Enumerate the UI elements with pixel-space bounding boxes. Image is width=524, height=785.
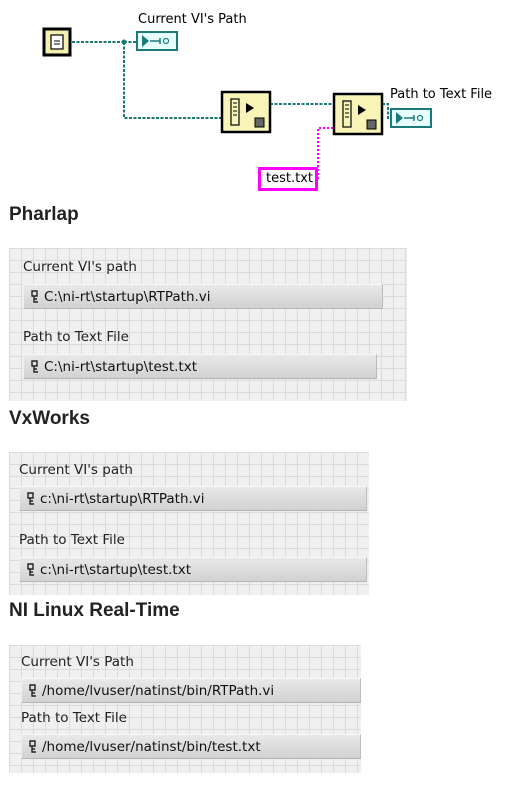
section-title-pharlap: Pharlap bbox=[9, 204, 79, 225]
path-icon bbox=[29, 739, 36, 753]
path-icon bbox=[31, 289, 38, 303]
current-vi-path-label: Current VI's path bbox=[19, 462, 133, 478]
build-path-node-1[interactable] bbox=[220, 90, 272, 134]
path-to-text-file-indicator[interactable] bbox=[390, 108, 432, 128]
path-to-text-file-field[interactable]: /home/lvuser/natinst/bin/test.txt bbox=[21, 734, 361, 759]
section-title-vxworks: VxWorks bbox=[9, 408, 90, 429]
path-icon bbox=[31, 359, 38, 373]
path-icon bbox=[27, 562, 34, 576]
path-to-text-file-label: Path to Text File bbox=[21, 710, 127, 726]
string-constant-test-txt[interactable]: test.txt bbox=[258, 167, 318, 191]
path-to-text-file-value: C:\ni-rt\startup\test.txt bbox=[44, 358, 198, 375]
current-vi-path-value: /home/lvuser/natinst/bin/RTPath.vi bbox=[42, 682, 275, 699]
path-to-text-file-label: Path to Text File bbox=[19, 532, 125, 548]
indicator-path-to-text-file-label: Path to Text File bbox=[390, 87, 492, 102]
section-title-ni-linux-real-time: NI Linux Real-Time bbox=[9, 600, 180, 621]
current-vi-path-indicator[interactable] bbox=[136, 31, 178, 51]
current-vi-path-field[interactable]: C:\ni-rt\startup\RTPath.vi bbox=[23, 284, 383, 309]
pharlap-front-panel: Current VI's path C:\ni-rt\startup\RTPat… bbox=[9, 248, 407, 401]
path-to-text-file-field[interactable]: C:\ni-rt\startup\test.txt bbox=[23, 354, 377, 379]
current-vi-path-label: Current VI's Path bbox=[21, 654, 134, 670]
indicator-current-vi-path-label: Current VI's Path bbox=[138, 12, 247, 27]
path-to-text-file-value: /home/lvuser/natinst/bin/test.txt bbox=[42, 738, 261, 755]
wire-junction bbox=[121, 39, 127, 45]
current-vi-path-value: C:\ni-rt\startup\RTPath.vi bbox=[44, 288, 211, 305]
path-icon bbox=[29, 683, 36, 697]
build-path-node-2[interactable] bbox=[332, 92, 384, 136]
vxworks-front-panel: Current VI's path c:\ni-rt\startup\RTPat… bbox=[9, 452, 369, 595]
path-icon bbox=[27, 491, 34, 505]
string-wire[interactable] bbox=[317, 127, 334, 179]
current-vi-path-field[interactable]: /home/lvuser/natinst/bin/RTPath.vi bbox=[21, 678, 361, 703]
current-vi-path-label: Current VI's path bbox=[23, 259, 137, 275]
linux-front-panel: Current VI's Path /home/lvuser/natinst/b… bbox=[9, 645, 361, 773]
path-to-text-file-value: c:\ni-rt\startup\test.txt bbox=[40, 561, 191, 578]
current-vi-path-value: c:\ni-rt\startup\RTPath.vi bbox=[40, 490, 205, 507]
path-to-text-file-label: Path to Text File bbox=[23, 329, 129, 345]
current-vi-path-field[interactable]: c:\ni-rt\startup\RTPath.vi bbox=[19, 486, 367, 511]
current-vi-path-node[interactable] bbox=[42, 27, 72, 57]
path-to-text-file-field[interactable]: c:\ni-rt\startup\test.txt bbox=[19, 557, 367, 582]
